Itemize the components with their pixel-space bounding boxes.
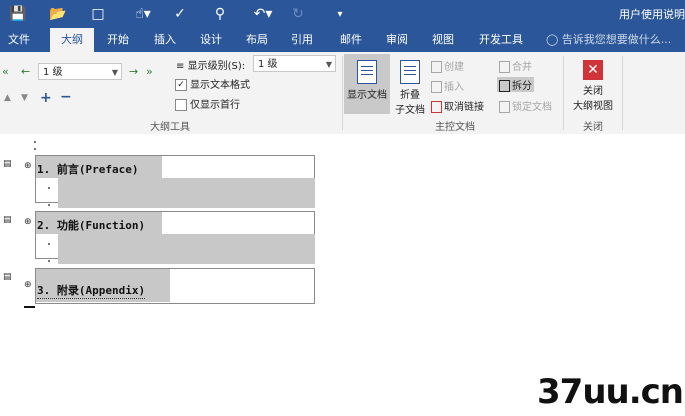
heading-1[interactable]: 1. 前言(Preface): [37, 161, 138, 177]
subdocument-icon[interactable]: ▤: [3, 159, 12, 169]
spellcheck-icon[interactable]: ✓: [170, 4, 190, 24]
move-down-icon[interactable]: ▼: [21, 93, 28, 103]
unlink-icon: [431, 101, 442, 113]
undo-icon[interactable]: ↶▾: [248, 4, 278, 24]
tab-mailings[interactable]: 邮件: [331, 28, 371, 52]
ribbon: « ← 1 级 ▼ → » ▲ ▼ + − ≡ 显示级别(S): 1 级 ▼ ✓…: [0, 52, 685, 135]
paragraph-dot: [34, 141, 36, 143]
unlink-button[interactable]: 取消链接: [431, 98, 484, 113]
outline-level-value: 1 级: [43, 67, 63, 78]
heading-3[interactable]: 3. 附录(Appendix): [37, 282, 146, 299]
first-line-only-checkbox[interactable]: 仅显示首行: [175, 96, 240, 111]
touch-mode-icon[interactable]: ☝▾: [128, 4, 158, 24]
tab-home[interactable]: 开始: [98, 28, 138, 52]
collapse-subdocuments-button[interactable]: 折叠 子文档: [391, 54, 429, 116]
print-preview-icon[interactable]: ⚲: [210, 4, 230, 24]
tab-file[interactable]: 文件: [2, 28, 36, 52]
lock-document-button: 锁定文档: [499, 98, 552, 113]
show-level-label: ≡ 显示级别(S):: [176, 61, 246, 72]
expand-heading-icon[interactable]: ⊕: [24, 280, 32, 290]
show-level-icon: ≡: [176, 61, 185, 72]
demote-icon[interactable]: →: [129, 65, 138, 78]
body-highlight: [58, 234, 315, 264]
paragraph-dot: [48, 243, 50, 245]
tab-outline[interactable]: 大纲: [50, 28, 94, 52]
show-document-icon: [357, 60, 377, 84]
collapse-subdocuments-icon: [400, 60, 420, 84]
tab-layout[interactable]: 布局: [237, 28, 277, 52]
expand-heading-icon[interactable]: ⊕: [24, 161, 32, 171]
lock-icon: [499, 101, 510, 113]
paragraph-dot: [48, 260, 50, 262]
watermark-text: 37uu.cn: [537, 372, 684, 412]
merge-button: 合并: [499, 58, 532, 73]
master-document-group-label: 主控文档: [435, 122, 475, 133]
create-icon: [431, 61, 442, 73]
expand-icon[interactable]: +: [40, 90, 52, 106]
customize-icon[interactable]: ▾: [330, 4, 350, 24]
demote-to-body-icon[interactable]: »: [146, 65, 153, 78]
redo-icon: ↻: [292, 6, 304, 22]
show-level-select[interactable]: 1 级 ▼: [253, 55, 336, 72]
tell-me-box[interactable]: ◯ 告诉我您想要做什么...: [546, 28, 671, 52]
body-highlight: [58, 178, 315, 208]
split-icon: [499, 80, 510, 92]
move-up-icon[interactable]: ▲: [4, 93, 11, 103]
paragraph-dot: [48, 187, 50, 189]
checkbox-empty-icon: [175, 99, 187, 111]
show-text-format-checkbox[interactable]: ✓ 显示文本格式: [175, 76, 250, 91]
document-title: 用户使用说明: [619, 8, 685, 21]
paragraph-dot: [48, 204, 50, 206]
promote-icon[interactable]: ←: [21, 65, 30, 78]
save-icon[interactable]: 💾: [8, 4, 28, 24]
outline-level-select[interactable]: 1 级 ▼: [38, 63, 122, 80]
collapse-icon[interactable]: −: [60, 89, 72, 105]
ribbon-tabs: 文件 大纲 开始 插入 设计 布局 引用 邮件 审阅 视图 开发工具 ◯ 告诉我…: [0, 28, 685, 52]
checkbox-checked-icon: ✓: [175, 79, 187, 91]
tab-insert[interactable]: 插入: [145, 28, 185, 52]
tell-me-placeholder: 告诉我您想要做什么...: [561, 33, 672, 46]
chevron-down-icon: ▼: [111, 68, 118, 77]
close-icon: ✕: [583, 60, 603, 80]
chevron-down-icon: ▼: [325, 60, 332, 69]
tab-developer[interactable]: 开发工具: [474, 28, 528, 52]
merge-icon: [499, 61, 510, 73]
show-document-button[interactable]: 显示文档: [344, 54, 390, 114]
subdocument-icon[interactable]: ▤: [3, 215, 12, 225]
split-button[interactable]: 拆分: [497, 77, 534, 92]
title-bar: 💾 📂 □ ☝▾ ✓ ⚲ ↶▾ ↻ ▾ 用户使用说明: [0, 0, 685, 28]
create-button: 创建: [431, 58, 464, 73]
group-divider: [342, 56, 343, 130]
close-group-label: 关闭: [583, 122, 603, 133]
insert-icon: [431, 81, 442, 93]
insert-subdocument-button: 插入: [431, 78, 464, 93]
tab-review[interactable]: 审阅: [377, 28, 417, 52]
lightbulb-icon: ◯: [546, 33, 559, 46]
show-level-value: 1 级: [258, 59, 278, 70]
tab-design[interactable]: 设计: [191, 28, 231, 52]
heading-2[interactable]: 2. 功能(Function): [37, 217, 145, 233]
new-document-icon[interactable]: □: [88, 4, 108, 24]
group-divider: [622, 56, 623, 130]
tab-view[interactable]: 视图: [423, 28, 463, 52]
expand-heading-icon[interactable]: ⊕: [24, 217, 32, 227]
paragraph-dot: [34, 148, 36, 150]
text-cursor: [24, 306, 35, 308]
subdocument-icon[interactable]: ▤: [3, 272, 12, 282]
close-outline-view-button[interactable]: ✕ 关闭 大纲视图: [568, 56, 618, 114]
folder-icon[interactable]: 📂: [48, 4, 68, 24]
promote-to-heading1-icon[interactable]: «: [2, 65, 9, 78]
group-divider: [563, 56, 564, 130]
tab-references[interactable]: 引用: [282, 28, 322, 52]
outline-tools-group-label: 大纲工具: [150, 122, 190, 133]
